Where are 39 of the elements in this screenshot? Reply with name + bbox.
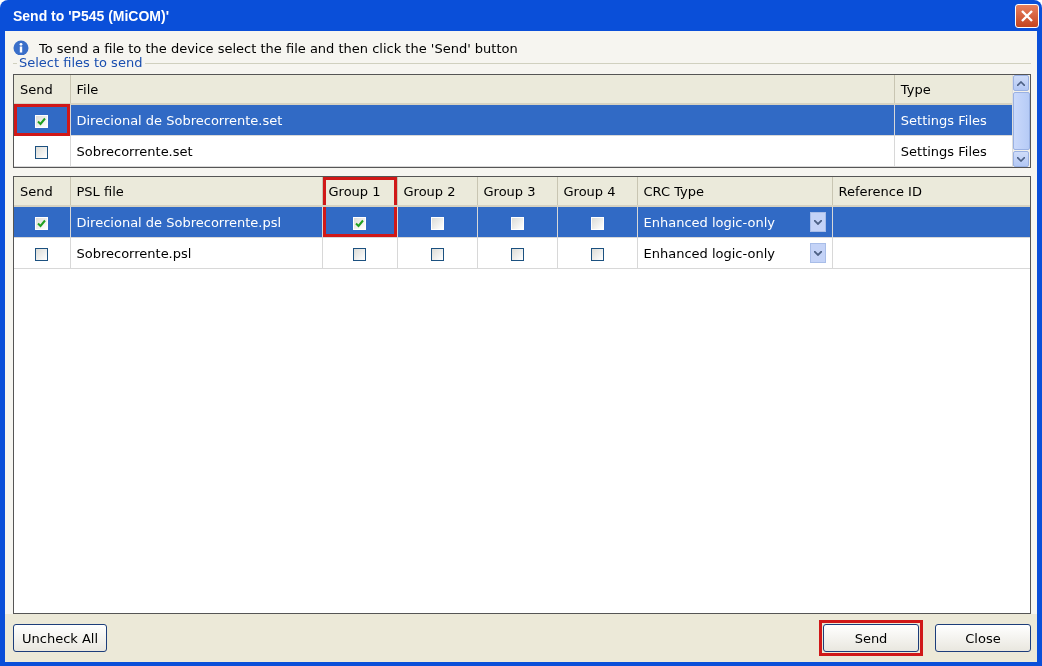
table-row[interactable]: Sobrecorrente.psl Enhanced logic-only (14, 237, 1030, 269)
checkbox[interactable] (510, 247, 524, 261)
crc-type-dropdown[interactable]: Enhanced logic-only (643, 243, 826, 263)
scrollbar[interactable] (1012, 75, 1030, 167)
column-header[interactable]: Send (14, 75, 70, 104)
table-cell: Direcional de Sobrecorrente.set (70, 104, 895, 136)
group-label: Select files to send (17, 55, 146, 70)
column-header[interactable]: Send (14, 177, 70, 206)
column-header[interactable]: Group 4 (557, 177, 637, 206)
chevron-up-icon[interactable] (1017, 80, 1026, 86)
column-header[interactable]: CRC Type (637, 177, 832, 206)
table-cell: Sobrecorrente.psl (70, 237, 322, 269)
checkbox[interactable] (353, 247, 366, 261)
table-cell: Settings Files (894, 104, 1013, 136)
table-cell: Direcional de Sobrecorrente.psl (70, 206, 322, 238)
checkbox[interactable] (430, 247, 444, 261)
column-header[interactable]: File (70, 75, 895, 104)
info-text: To send a file to the device select the file and then click the 'Send' button (39, 40, 518, 56)
info-icon (13, 40, 29, 56)
column-header[interactable]: Reference ID (832, 177, 1030, 206)
table-row[interactable]: Direcional de Sobrecorrente.set Settings Files (14, 104, 1013, 136)
table-row[interactable]: Direcional de Sobrecorrente.psl Enhanced logic-only (14, 206, 1030, 238)
checkbox[interactable] (590, 247, 604, 261)
column-header[interactable]: PSL file (70, 177, 322, 206)
close-icon[interactable] (1021, 9, 1033, 22)
window-title: Send to 'P545 (MiCOM)' (13, 7, 169, 24)
column-header[interactable]: Group 1 (322, 177, 397, 206)
checkbox[interactable] (35, 145, 49, 159)
checkbox[interactable] (35, 247, 49, 261)
close-button[interactable] (1015, 3, 1039, 28)
table-cell: Sobrecorrente.set (70, 135, 895, 167)
dialog-button[interactable]: Uncheck All (13, 624, 108, 652)
dialog-button[interactable]: Send (823, 624, 919, 652)
column-header[interactable]: Type (894, 75, 1013, 104)
table-row[interactable]: Sobrecorrente.set Settings Files (14, 135, 1013, 167)
chevron-down-icon[interactable] (1017, 156, 1026, 162)
column-header[interactable]: Group 3 (477, 177, 557, 206)
column-header[interactable]: Group 2 (397, 177, 477, 206)
dialog-button[interactable]: Close (935, 624, 1031, 652)
